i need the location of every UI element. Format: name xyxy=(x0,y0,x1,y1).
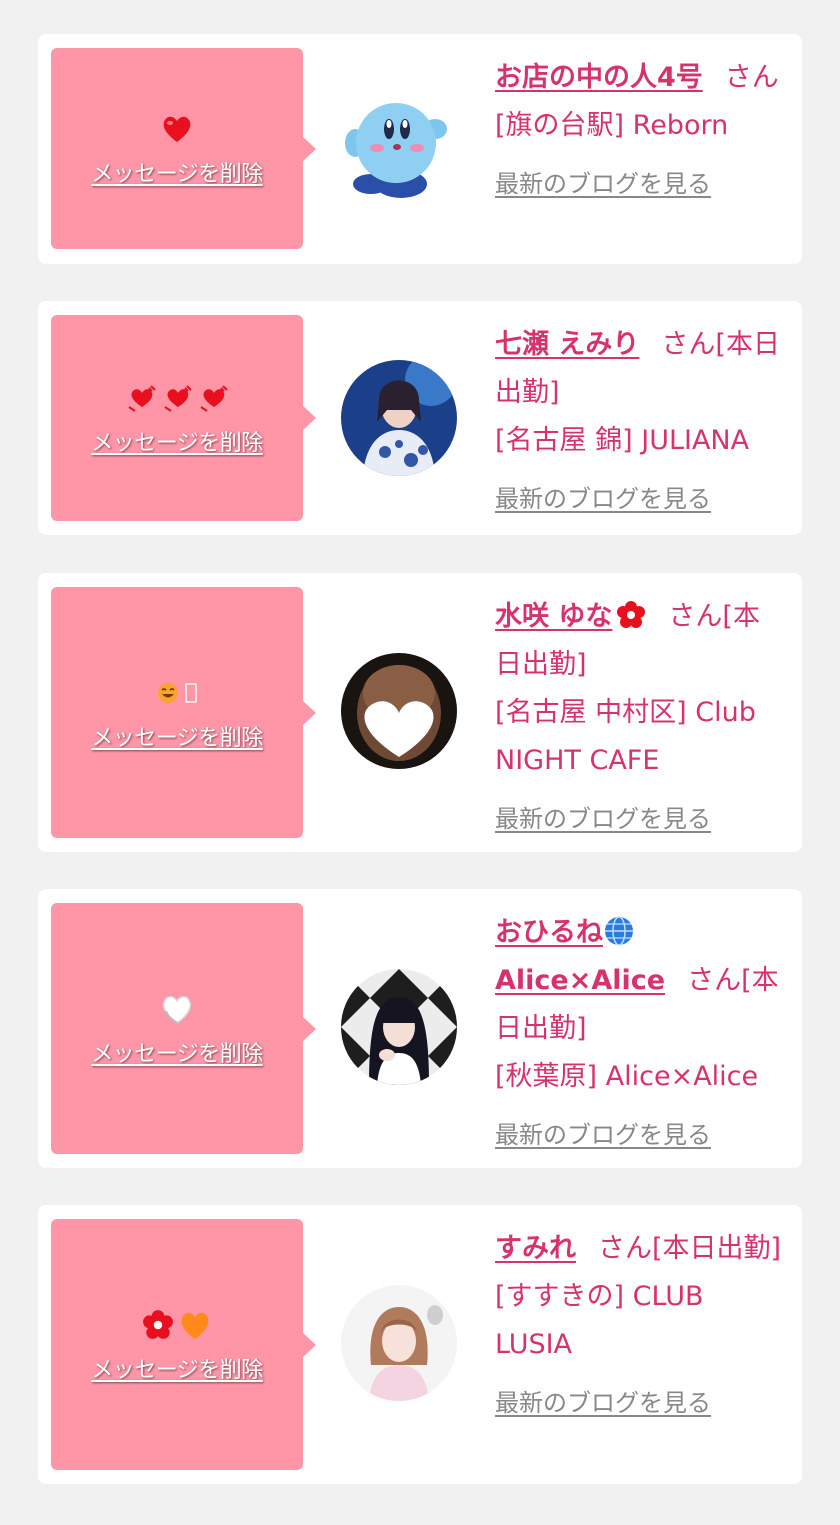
delete-message-link[interactable]: メッセージを削除 xyxy=(91,425,263,457)
avatar[interactable] xyxy=(341,653,457,769)
reaction-icons xyxy=(142,1306,212,1344)
favorite-info: 七瀬 えみり さん[本日出勤] [名古屋 錦] JULIANA 最新のブログを見る xyxy=(495,321,785,523)
favorite-card: メッセージを削除 水咲 ゆな さん[本日出勤] [名古屋 中村区] Club N… xyxy=(38,573,802,852)
missing-glyph-icon xyxy=(185,682,197,703)
cast-name-link[interactable]: おひるね Alice×Alice xyxy=(495,916,665,996)
latest-blog-link[interactable]: 最新のブログを見る xyxy=(495,160,711,208)
photo-avatar xyxy=(341,360,457,476)
shop-text: [名古屋 中村区] Club NIGHT CAFE xyxy=(495,697,756,776)
latest-blog-link[interactable]: 最新のブログを見る xyxy=(495,1111,711,1159)
avatar[interactable] xyxy=(341,91,457,207)
honorific-text: さん[本日出勤] xyxy=(598,1233,782,1264)
cast-name-link[interactable]: お店の中の人4号 xyxy=(495,62,703,93)
favorite-card: メッセージを削除 すみれ さん[本日出勤] [すすきの] CLUB LUSIA 最… xyxy=(38,1205,802,1484)
shop-text: [秋葉原] Alice×Alice xyxy=(495,1061,759,1092)
delete-message-link[interactable]: メッセージを削除 xyxy=(91,156,263,188)
avatar[interactable] xyxy=(341,969,457,1085)
cast-name-link[interactable]: すみれ xyxy=(495,1233,576,1264)
latest-blog-link[interactable]: 最新のブログを見る xyxy=(495,795,711,843)
shop-text: [名古屋 錦] JULIANA xyxy=(495,425,750,456)
shop-text: [すすきの] CLUB LUSIA xyxy=(495,1281,704,1360)
latest-blog-link[interactable]: 最新のブログを見る xyxy=(495,1379,711,1427)
reaction-icons xyxy=(161,110,193,148)
honorific-text: さん xyxy=(724,62,779,93)
red-heart-icon xyxy=(163,116,191,142)
white-heart-icon xyxy=(162,995,192,1024)
globe-icon xyxy=(605,916,633,946)
message-bubble: メッセージを削除 xyxy=(51,903,316,1154)
sparkling-heart-icon xyxy=(164,385,192,412)
delete-message-link[interactable]: メッセージを削除 xyxy=(91,720,263,752)
favorite-info: お店の中の人4号 さん [旗の台駅] Reborn 最新のブログを見る xyxy=(495,54,785,208)
latest-blog-link[interactable]: 最新のブログを見る xyxy=(495,475,711,523)
red-flower-icon xyxy=(617,601,646,628)
photo-avatar xyxy=(341,1285,457,1401)
favorite-card: メッセージを削除 おひるね Alice×Alice さん[本日出勤] [秋葉原]… xyxy=(38,889,802,1168)
avatar[interactable] xyxy=(341,360,457,476)
sparkling-heart-icon xyxy=(200,385,228,412)
favorites-list: メッセージを削除 お店の中の人4号 さん [旗の台駅] Reborn 最新のブログ xyxy=(0,0,840,1525)
message-bubble: メッセージを削除 xyxy=(51,48,316,249)
message-bubble: メッセージを削除 xyxy=(51,315,316,521)
favorite-info: すみれ さん[本日出勤] [すすきの] CLUB LUSIA 最新のブログを見る xyxy=(495,1225,785,1427)
cast-name-link[interactable]: 七瀬 えみり xyxy=(495,329,639,360)
shop-text: [旗の台駅] Reborn xyxy=(495,110,729,141)
message-bubble: メッセージを削除 xyxy=(51,587,316,838)
orange-heart-icon xyxy=(181,1312,209,1339)
cast-name-link[interactable]: 水咲 ゆな xyxy=(495,601,646,632)
photo-avatar xyxy=(341,653,457,769)
reaction-icons xyxy=(125,379,229,417)
message-bubble: メッセージを削除 xyxy=(51,1219,316,1470)
avatar[interactable] xyxy=(341,1285,457,1401)
photo-avatar xyxy=(341,969,457,1085)
reaction-icons xyxy=(156,674,198,712)
sparkling-heart-icon xyxy=(128,385,156,412)
reaction-icons xyxy=(160,990,194,1028)
blue-mascot-avatar xyxy=(345,103,447,198)
delete-message-link[interactable]: メッセージを削除 xyxy=(91,1036,263,1068)
favorite-info: おひるね Alice×Alice さん[本日出勤] [秋葉原] Alice×Ali… xyxy=(495,909,785,1159)
favorite-card: メッセージを削除 お店の中の人4号 さん [旗の台駅] Reborn 最新のブログ xyxy=(38,34,802,264)
smiling-face-icon xyxy=(158,682,178,703)
red-flower-icon xyxy=(143,1309,173,1339)
favorite-card: メッセージを削除 七瀬 えみり さん[本日出勤] [名古屋 錦] JULIANA … xyxy=(38,301,802,535)
favorite-info: 水咲 ゆな さん[本日出勤] [名古屋 中村区] Club NIGHT CAFE… xyxy=(495,593,785,843)
delete-message-link[interactable]: メッセージを削除 xyxy=(91,1352,263,1384)
